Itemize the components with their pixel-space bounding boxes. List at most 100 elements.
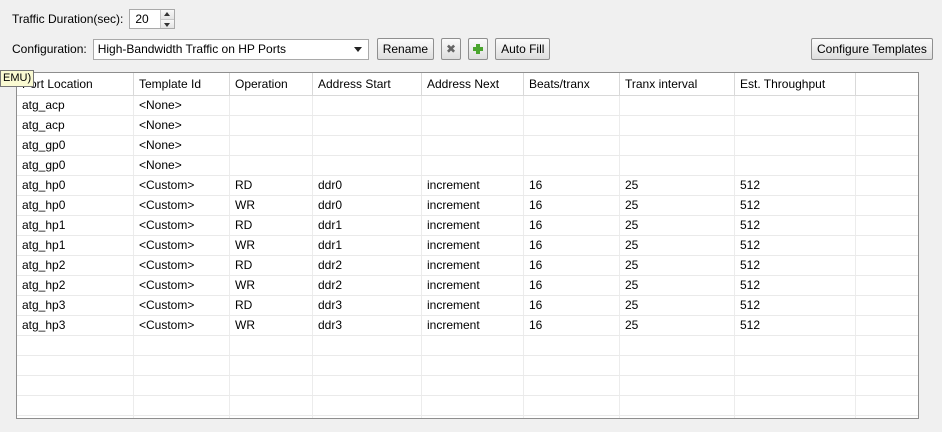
column-header[interactable]: Beats/tranx [524,73,620,95]
column-header[interactable] [856,73,918,95]
table-cell[interactable]: 16 [524,176,620,195]
table-cell[interactable] [735,396,856,415]
table-cell[interactable]: 512 [735,256,856,275]
table-row[interactable] [17,336,918,356]
table-cell[interactable]: 16 [524,216,620,235]
column-header[interactable]: Template Id [134,73,230,95]
table-cell[interactable]: 512 [735,216,856,235]
table-cell[interactable] [313,336,422,355]
table-cell[interactable] [620,356,735,375]
table-cell[interactable] [856,196,918,215]
table-cell[interactable] [735,336,856,355]
table-cell[interactable]: increment [422,276,524,295]
table-cell[interactable] [230,156,313,175]
table-cell[interactable] [524,356,620,375]
table-cell[interactable] [524,416,620,418]
table-cell[interactable] [856,216,918,235]
table-cell[interactable] [524,336,620,355]
table-cell[interactable] [856,296,918,315]
table-cell[interactable] [856,416,918,418]
table-cell[interactable]: 16 [524,196,620,215]
table-cell[interactable]: 16 [524,236,620,255]
rename-button[interactable]: Rename [376,38,435,60]
table-cell[interactable]: atg_hp1 [17,216,134,235]
table-cell[interactable] [17,416,134,418]
table-cell[interactable] [313,376,422,395]
table-cell[interactable] [735,356,856,375]
table-cell[interactable] [735,156,856,175]
table-cell[interactable]: WR [230,236,313,255]
table-cell[interactable] [524,376,620,395]
table-cell[interactable] [620,96,735,115]
table-cell[interactable] [313,356,422,375]
table-cell[interactable]: 16 [524,316,620,335]
table-cell[interactable]: <None> [134,116,230,135]
table-cell[interactable]: atg_acp [17,116,134,135]
table-row[interactable]: atg_hp1 <Custom> RD ddr1 increment 16 25 512 [17,216,918,236]
table-cell[interactable]: ddr3 [313,296,422,315]
table-cell[interactable]: <Custom> [134,256,230,275]
column-header[interactable]: Port Location [17,73,134,95]
table-cell[interactable] [422,416,524,418]
table-cell[interactable] [856,396,918,415]
table-cell[interactable] [856,176,918,195]
table-cell[interactable]: RD [230,176,313,195]
table-cell[interactable] [230,96,313,115]
table-cell[interactable]: increment [422,256,524,275]
table-cell[interactable] [856,236,918,255]
table-cell[interactable] [735,416,856,418]
table-row[interactable]: atg_hp0 <Custom> RD ddr0 increment 16 25 512 [17,176,918,196]
column-header[interactable]: Address Start [313,73,422,95]
table-cell[interactable] [230,136,313,155]
auto-fill-button[interactable]: Auto Fill [495,38,551,60]
table-cell[interactable]: atg_gp0 [17,156,134,175]
table-cell[interactable] [524,136,620,155]
table-cell[interactable] [313,96,422,115]
configuration-select[interactable]: High-Bandwidth Traffic on HP Ports [92,38,369,60]
table-cell[interactable]: increment [422,316,524,335]
table-cell[interactable]: increment [422,216,524,235]
table-row[interactable]: atg_gp0 <None> [17,136,918,156]
table-cell[interactable]: <None> [134,136,230,155]
table-cell[interactable] [230,116,313,135]
table-cell[interactable]: <Custom> [134,316,230,335]
table-cell[interactable] [17,396,134,415]
table-cell[interactable] [134,416,230,418]
table-cell[interactable] [422,136,524,155]
table-cell[interactable]: 25 [620,276,735,295]
add-button[interactable] [468,38,489,60]
table-cell[interactable] [620,336,735,355]
table-cell[interactable] [856,276,918,295]
table-cell[interactable] [422,396,524,415]
table-cell[interactable]: <Custom> [134,296,230,315]
table-cell[interactable]: atg_hp3 [17,316,134,335]
table-cell[interactable] [524,156,620,175]
table-cell[interactable] [313,116,422,135]
table-cell[interactable] [856,376,918,395]
table-cell[interactable] [230,336,313,355]
column-header[interactable]: Est. Throughput [735,73,856,95]
table-cell[interactable]: <None> [134,156,230,175]
table-cell[interactable] [17,376,134,395]
table-row[interactable] [17,396,918,416]
table-cell[interactable] [17,356,134,375]
table-cell[interactable] [620,396,735,415]
table-cell[interactable] [422,96,524,115]
table-cell[interactable]: 25 [620,196,735,215]
table-cell[interactable]: <Custom> [134,236,230,255]
table-cell[interactable] [856,96,918,115]
table-cell[interactable] [856,136,918,155]
table-cell[interactable] [524,96,620,115]
table-cell[interactable]: atg_hp3 [17,296,134,315]
table-cell[interactable]: 512 [735,276,856,295]
table-cell[interactable]: 512 [735,196,856,215]
table-cell[interactable] [422,336,524,355]
table-cell[interactable]: RD [230,296,313,315]
table-cell[interactable]: increment [422,236,524,255]
table-cell[interactable]: 25 [620,176,735,195]
table-cell[interactable] [313,396,422,415]
table-cell[interactable]: <Custom> [134,276,230,295]
table-cell[interactable] [134,356,230,375]
table-row[interactable] [17,376,918,396]
table-cell[interactable]: 512 [735,316,856,335]
